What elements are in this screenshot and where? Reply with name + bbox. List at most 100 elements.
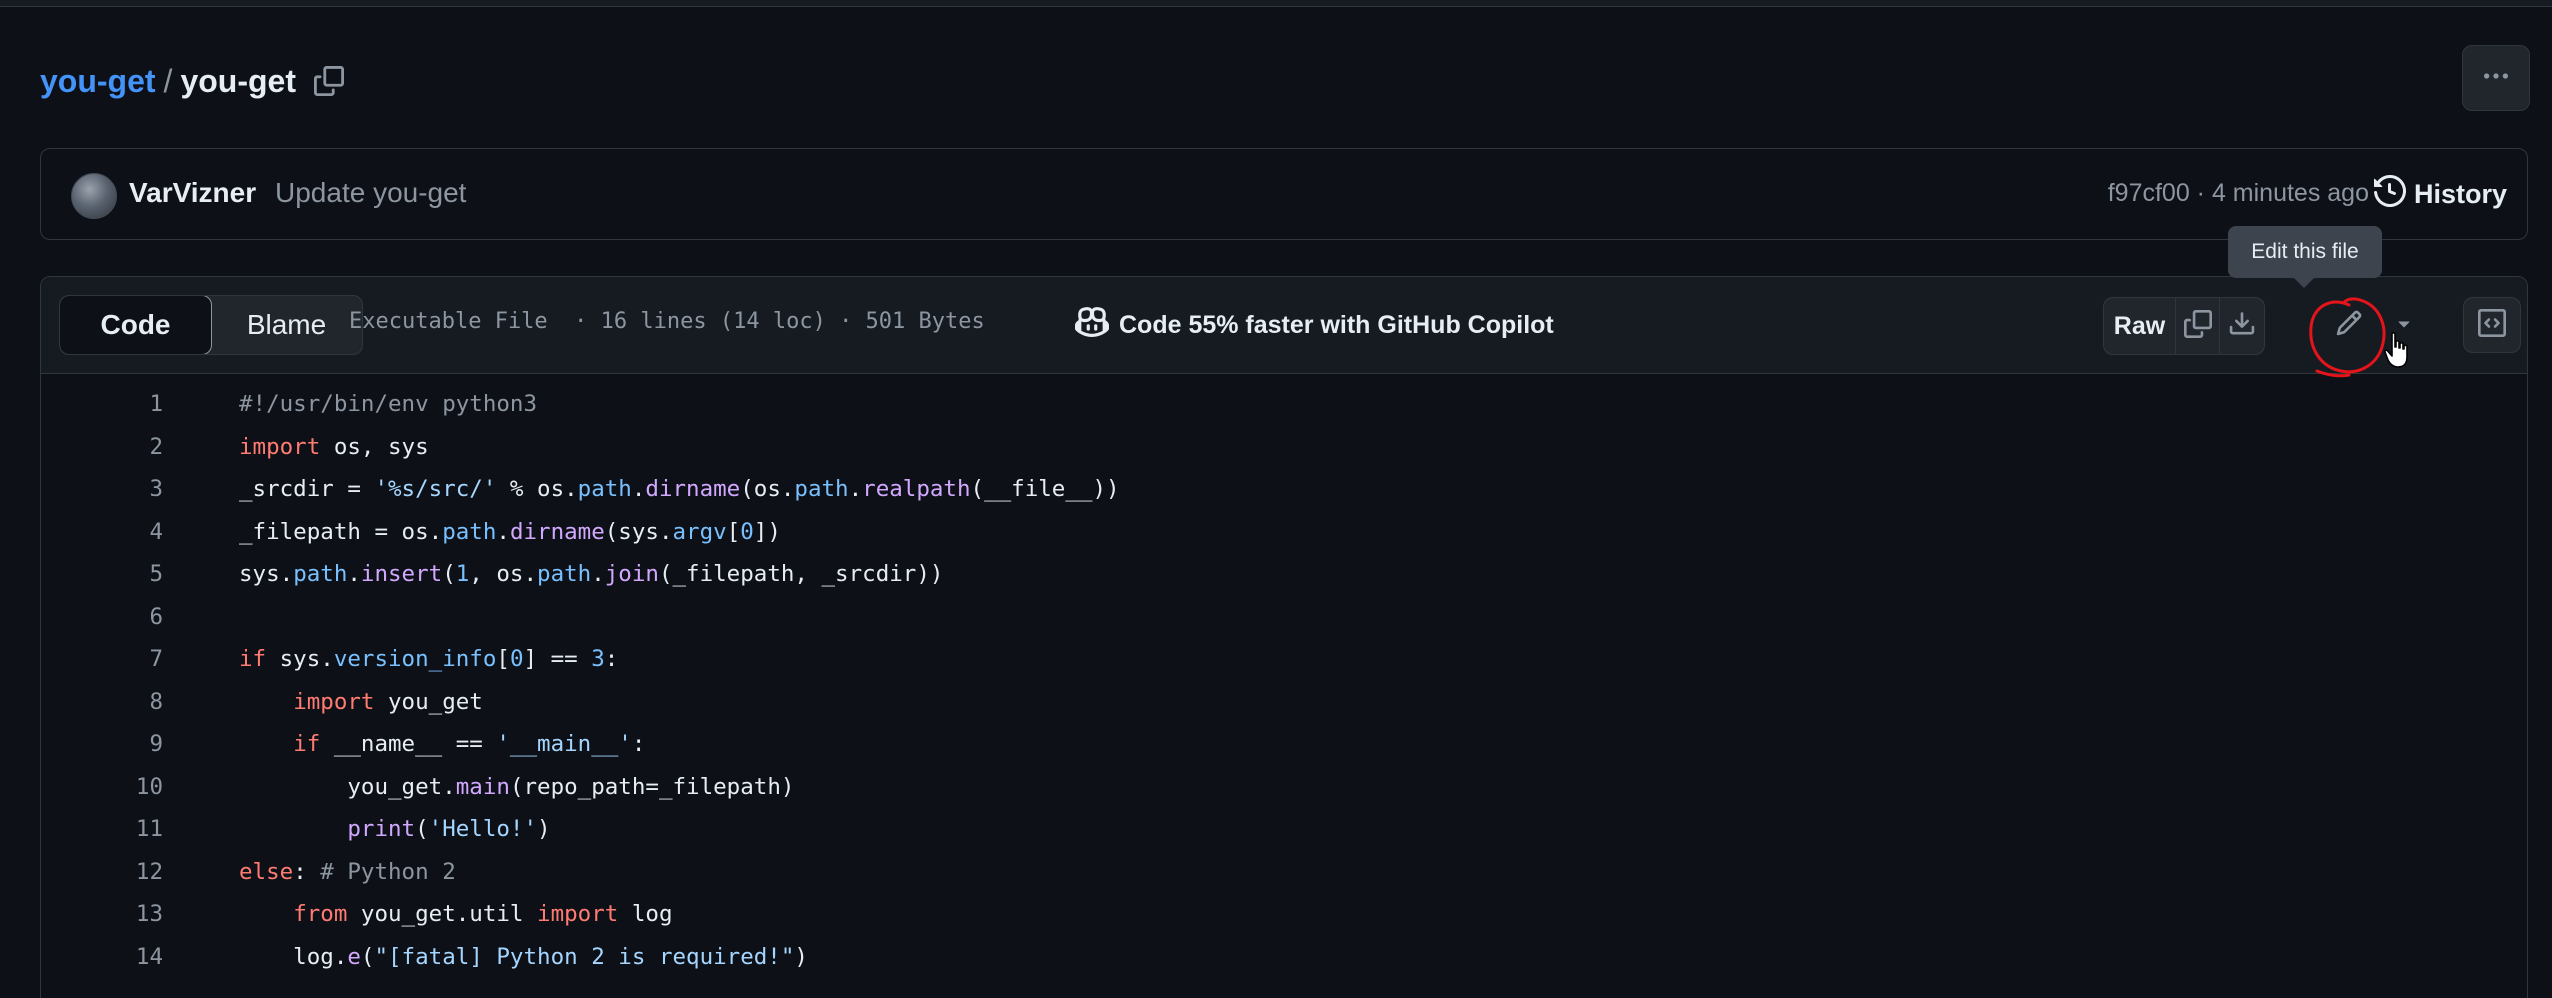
code-token: path <box>293 561 348 587</box>
line-number[interactable]: 12 <box>41 851 163 894</box>
code-line: 1 #!/usr/bin/env python3 <box>41 383 2527 426</box>
line-code: else: # Python 2 <box>239 851 456 894</box>
copilot-promo-link[interactable]: Code 55% faster with GitHub Copilot <box>1075 305 1554 345</box>
code-line: 12 else: # Python 2 <box>41 851 2527 894</box>
code-token: : <box>604 646 619 672</box>
code-token: join <box>604 561 659 587</box>
tab-code[interactable]: Code <box>60 296 212 354</box>
code-token: 3 <box>591 646 605 672</box>
top-edge <box>0 0 2552 7</box>
code-token: . <box>347 561 361 587</box>
code-token: ) <box>794 943 808 970</box>
commit-author-link[interactable]: VarVizner <box>129 177 256 209</box>
code-token: if <box>239 646 267 672</box>
code-token: insert <box>360 561 443 587</box>
line-number[interactable]: 4 <box>41 511 163 554</box>
line-number[interactable]: 3 <box>41 468 163 511</box>
code-token: (os. <box>740 476 795 502</box>
line-number[interactable]: 11 <box>41 808 163 851</box>
line-number[interactable]: 1 <box>41 383 163 426</box>
file-info: Executable File · 16 lines (14 loc) · 50… <box>349 309 985 334</box>
pencil-icon <box>2335 309 2363 342</box>
code-token: import <box>293 688 375 715</box>
code-line: 6 <box>41 596 2527 639</box>
symbols-panel-button[interactable] <box>2463 297 2521 353</box>
code-token: main <box>455 773 510 800</box>
download-raw-button[interactable] <box>2220 298 2264 354</box>
tab-blame[interactable]: Blame <box>211 296 362 354</box>
more-options-button[interactable] <box>2462 45 2530 111</box>
line-number[interactable]: 2 <box>41 426 163 469</box>
file-viewer: Code Blame Executable File · 16 lines (1… <box>40 276 2528 998</box>
commit-sha-and-time[interactable]: f97cf00 · 4 minutes ago <box>2108 179 2369 208</box>
code-token: log. <box>239 943 348 970</box>
line-number[interactable]: 5 <box>41 553 163 596</box>
code-token: else <box>239 858 294 885</box>
code-square-icon <box>2478 308 2506 342</box>
line-number[interactable]: 13 <box>41 893 163 936</box>
code-token: you_get <box>374 688 483 715</box>
breadcrumb: you-get / you-get <box>40 58 346 104</box>
code-token: . <box>496 518 510 545</box>
line-code: print('Hello!') <box>239 808 550 851</box>
code-token: % os. <box>496 476 578 502</box>
edit-file-button[interactable] <box>2317 297 2381 353</box>
code-token: import <box>239 433 321 460</box>
code-token: you_get.util <box>347 901 538 927</box>
code-line: 11 print('Hello!') <box>41 808 2527 851</box>
code-token: "[fatal] Python 2 is required!" <box>374 943 795 970</box>
code-token: print <box>347 816 416 842</box>
code-line: 2 import os, sys <box>41 426 2527 469</box>
line-number[interactable]: 6 <box>41 596 163 639</box>
code-token: ]) <box>753 518 781 545</box>
copy-path-icon[interactable] <box>312 64 346 98</box>
line-code: from you_get.util import log <box>239 893 673 936</box>
line-number[interactable]: 14 <box>41 936 163 979</box>
line-number[interactable]: 7 <box>41 638 163 681</box>
code-token: . <box>591 561 605 587</box>
line-code: import you_get <box>239 681 483 724</box>
code-token: '__main__' <box>496 731 632 757</box>
code-line: 10 you_get.main(repo_path=_filepath) <box>41 766 2527 809</box>
code-token: 0 <box>509 646 524 672</box>
avatar[interactable] <box>71 173 117 219</box>
code-token: # Python 2 <box>320 858 456 885</box>
line-number[interactable]: 9 <box>41 723 163 766</box>
copilot-icon <box>1075 305 1119 346</box>
code-token: 0 <box>740 518 754 545</box>
tooltip-text: Edit this file <box>2251 240 2359 263</box>
line-code: sys.path.insert(1, os.path.join(_filepat… <box>239 553 943 596</box>
code-token: import <box>537 901 619 927</box>
raw-button[interactable]: Raw <box>2104 298 2176 354</box>
code-token: : <box>293 858 321 885</box>
line-number[interactable]: 8 <box>41 681 163 724</box>
code-line: 4 _filepath = os.path.dirname(sys.argv[0]… <box>41 511 2527 554</box>
code-token: . <box>631 476 646 502</box>
line-number[interactable]: 10 <box>41 766 163 809</box>
code-token: os, sys <box>320 433 429 460</box>
code-token: log <box>618 901 673 927</box>
code-line: 13 from you_get.util import log <box>41 893 2527 936</box>
kebab-horizontal-icon <box>2481 61 2511 96</box>
code-token: sys. <box>239 561 294 587</box>
code-blame-toggle: Code Blame <box>59 295 363 355</box>
history-button[interactable]: History <box>2373 169 2507 219</box>
code-token: . <box>848 476 863 502</box>
code-token: ( <box>415 816 429 842</box>
code-token: if <box>293 731 321 757</box>
code-token: 1 <box>455 561 470 587</box>
page: you-get / you-get VarVizner Update you-g… <box>0 0 2552 998</box>
history-icon <box>2373 174 2414 214</box>
code-token: realpath <box>862 476 971 502</box>
copy-raw-button[interactable] <box>2176 298 2221 354</box>
code-line: 3 _srcdir = '%s/src/' % os.path.dirname(o… <box>41 468 2527 511</box>
breadcrumb-repo-link[interactable]: you-get <box>40 63 156 100</box>
history-label: History <box>2413 178 2507 209</box>
raw-actions-group: Raw <box>2103 297 2265 355</box>
code-token: dirname <box>645 476 741 502</box>
commit-message-link[interactable]: Update you-get <box>275 177 466 209</box>
